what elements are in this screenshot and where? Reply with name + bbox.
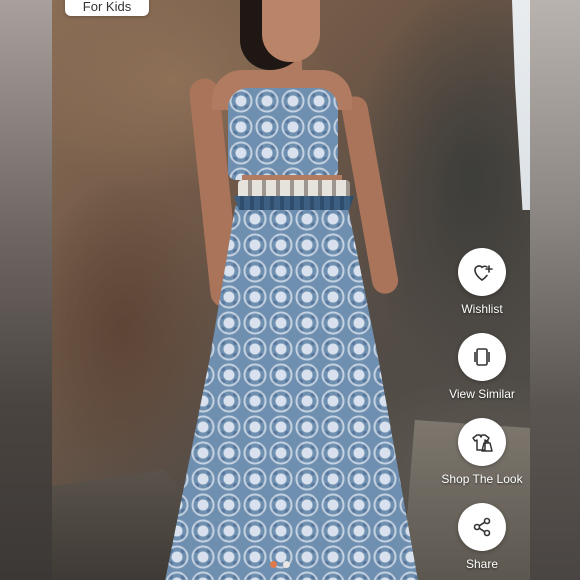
share-label: Share <box>465 557 499 571</box>
wishlist-button[interactable] <box>458 248 506 296</box>
category-chip[interactable]: For Kids <box>65 0 149 16</box>
share-icon <box>473 517 491 537</box>
model-head <box>262 0 320 62</box>
shop-the-look-label: Shop The Look <box>441 472 523 486</box>
share-button[interactable] <box>458 503 506 551</box>
wishlist-label: Wishlist <box>461 302 503 316</box>
carousel-dots <box>270 561 290 568</box>
stacked-cards-icon <box>474 348 490 366</box>
blurred-backdrop-left <box>0 0 52 580</box>
view-similar-action[interactable]: View Similar <box>422 333 542 401</box>
shop-the-look-action[interactable]: Shop The Look <box>422 418 542 486</box>
heart-plus-icon <box>474 265 493 281</box>
shop-the-look-button[interactable] <box>458 418 506 466</box>
outfit-icon <box>472 434 493 452</box>
carousel-dot-1[interactable] <box>270 561 277 568</box>
tassel-fringe <box>234 196 354 210</box>
carousel-dot-2[interactable] <box>283 561 290 568</box>
view-similar-button[interactable] <box>458 333 506 381</box>
wishlist-action[interactable]: Wishlist <box>422 248 542 316</box>
crop-top <box>228 88 338 180</box>
view-similar-label: View Similar <box>449 387 515 401</box>
share-action[interactable]: Share <box>422 503 542 571</box>
